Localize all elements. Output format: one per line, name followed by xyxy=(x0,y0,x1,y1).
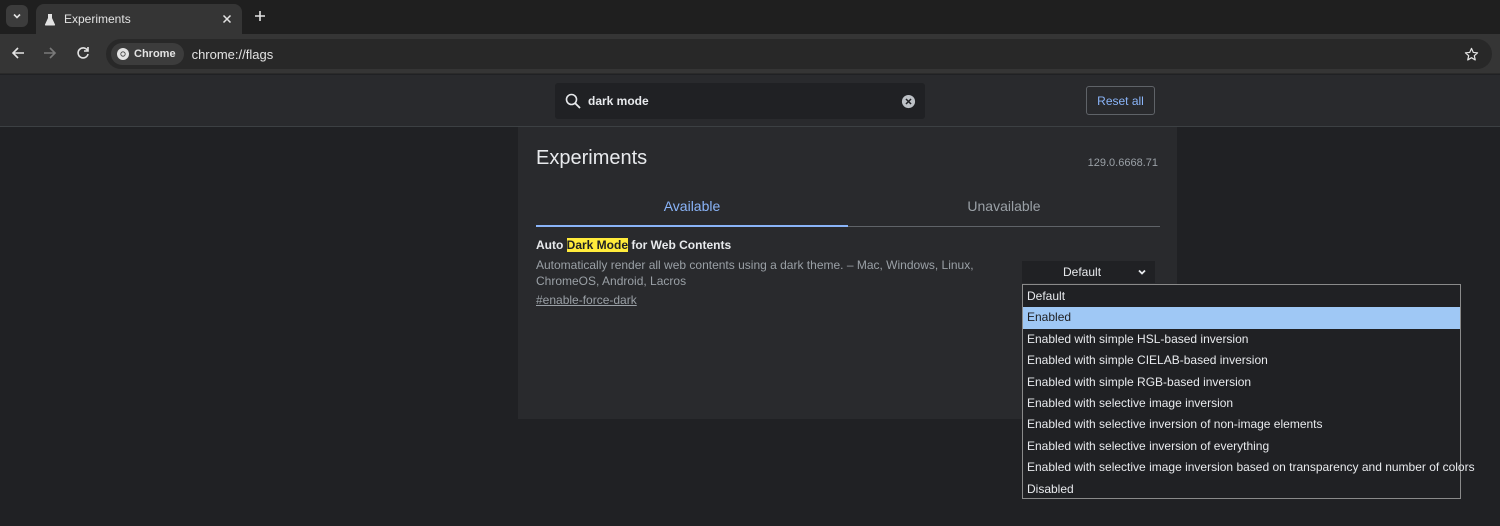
tab-unavailable[interactable]: Unavailable xyxy=(848,191,1160,226)
chevron-down-icon xyxy=(1138,269,1146,275)
version-label: 129.0.6668.71 xyxy=(1087,157,1158,169)
reload-icon xyxy=(77,47,89,59)
back-button[interactable] xyxy=(8,43,28,63)
flag-select-dropdown: Default Enabled Enabled with simple HSL-… xyxy=(1022,284,1475,500)
flask-icon xyxy=(44,13,56,25)
reset-all-button[interactable]: Reset all xyxy=(1086,86,1155,115)
arrow-right-icon xyxy=(44,47,57,59)
dropdown-option[interactable]: Enabled with selective image inversion b… xyxy=(1023,457,1475,478)
tab-close-button[interactable] xyxy=(218,10,236,28)
dropdown-option[interactable]: Enabled with simple HSL-based inversion xyxy=(1023,329,1460,350)
page-title: Experiments xyxy=(536,147,648,169)
dropdown-option[interactable]: Enabled with selective inversion of non-… xyxy=(1023,414,1460,435)
flag-title-prefix: Auto xyxy=(536,238,567,252)
new-tab-button[interactable] xyxy=(250,6,270,26)
flags-header: Reset all xyxy=(0,75,1500,127)
address-bar[interactable]: Chrome chrome://flags xyxy=(106,39,1492,69)
clear-search-button[interactable] xyxy=(899,92,917,110)
reload-button[interactable] xyxy=(73,43,93,63)
tab-title: Experiments xyxy=(64,12,131,26)
dropdown-option[interactable]: Enabled with simple RGB-based inversion xyxy=(1023,372,1460,393)
flag-permalink[interactable]: #enable-force-dark xyxy=(536,293,637,307)
flag-title-suffix: for Web Contents xyxy=(628,238,732,252)
dropdown-option[interactable]: Enabled with simple CIELAB-based inversi… xyxy=(1023,350,1460,371)
forward-button[interactable] xyxy=(40,43,60,63)
star-icon xyxy=(1464,47,1478,61)
tab-search-button[interactable] xyxy=(6,5,28,27)
url-text[interactable]: chrome://flags xyxy=(192,47,1460,62)
tab-strip: Experiments xyxy=(0,0,1500,34)
close-icon xyxy=(222,14,232,24)
flag-description: Automatically render all web contents us… xyxy=(536,258,974,288)
dropdown-option[interactable]: Enabled xyxy=(1023,307,1460,329)
chrome-chip[interactable]: Chrome xyxy=(111,43,184,65)
tab-available[interactable]: Available xyxy=(536,191,848,227)
browser-toolbar: Chrome chrome://flags xyxy=(0,34,1500,74)
select-value: Default xyxy=(1063,265,1102,279)
tab-experiments[interactable]: Experiments xyxy=(36,4,242,34)
search-box[interactable] xyxy=(555,83,925,119)
dropdown-option[interactable]: Default xyxy=(1023,286,1460,307)
dropdown-option[interactable]: Disabled xyxy=(1023,479,1460,500)
chevron-down-icon xyxy=(13,13,21,19)
dropdown-option[interactable]: Enabled with selective image inversion xyxy=(1023,393,1460,414)
tab-bar: Available Unavailable xyxy=(536,191,1160,227)
flag-title: Auto Dark Mode for Web Contents xyxy=(536,238,731,252)
flag-title-highlight: Dark Mode xyxy=(566,238,629,252)
arrow-left-icon xyxy=(11,47,24,59)
dropdown-option[interactable]: Enabled with selective inversion of ever… xyxy=(1023,436,1460,457)
search-icon xyxy=(564,92,582,110)
clear-icon xyxy=(901,94,915,108)
search-input[interactable] xyxy=(588,94,899,108)
chrome-icon xyxy=(117,48,129,60)
plus-icon xyxy=(255,11,265,21)
flag-select[interactable]: Default xyxy=(1022,261,1155,283)
bookmark-button[interactable] xyxy=(1460,43,1482,65)
chip-label: Chrome xyxy=(134,48,176,60)
